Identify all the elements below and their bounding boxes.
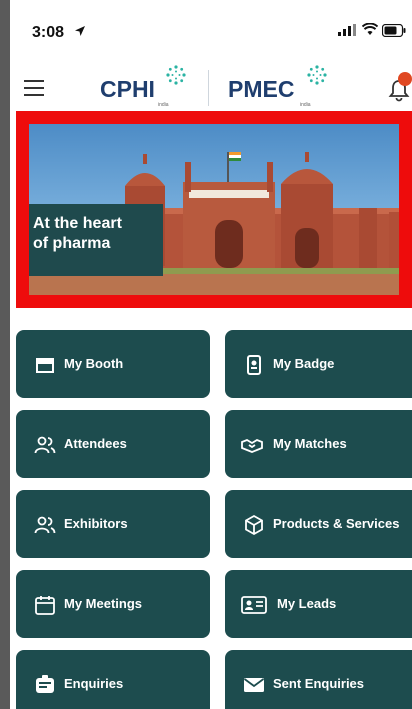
pmec-logo-subtitle: india <box>300 102 311 108</box>
app-screen: 3:08 CPHI india PMEC india At the heart … <box>10 0 412 709</box>
enquiry-icon <box>36 675 54 693</box>
cube-icon <box>245 514 263 536</box>
id-card-icon <box>241 596 267 614</box>
my-leads-label: My Leads <box>277 596 337 611</box>
enquiries-label: Enquiries <box>64 676 124 691</box>
wifi-icon <box>362 23 378 35</box>
sent-enquiries-label: Sent Enquiries <box>273 676 365 691</box>
handshake-icon <box>241 438 263 453</box>
menu-icon[interactable] <box>24 80 44 96</box>
cellular-signal-icon <box>338 24 356 36</box>
app-header: CPHI india PMEC india <box>10 58 412 114</box>
banner-highlight-frame <box>16 111 412 308</box>
my-badge-label: My Badge <box>273 356 335 371</box>
exhibitors-label: Exhibitors <box>64 516 128 531</box>
attendees-button[interactable]: Attendees <box>16 410 210 478</box>
products-services-label: Products & Services <box>273 516 400 531</box>
my-matches-label: My Matches <box>273 436 347 451</box>
people-icon <box>34 516 56 534</box>
my-meetings-button[interactable]: My Meetings <box>16 570 210 638</box>
cphi-logo-dots-icon <box>166 65 186 85</box>
exhibitors-button[interactable]: Exhibitors <box>16 490 210 558</box>
my-booth-button[interactable]: My Booth <box>16 330 210 398</box>
location-arrow-icon <box>75 26 85 36</box>
sent-enquiries-button[interactable]: Sent Enquiries <box>225 650 412 709</box>
people-icon <box>34 436 56 454</box>
status-bar: 3:08 <box>10 0 412 56</box>
my-matches-button[interactable]: My Matches <box>225 410 412 478</box>
my-meetings-label: My Meetings <box>64 596 143 611</box>
cphi-logo: CPHI <box>100 76 155 102</box>
my-badge-button[interactable]: My Badge <box>225 330 412 398</box>
attendees-label: Attendees <box>64 436 127 451</box>
envelope-icon <box>243 678 265 692</box>
status-time: 3:08 <box>32 24 65 41</box>
products-services-button[interactable]: Products & Services <box>225 490 412 558</box>
booth-icon <box>36 358 54 373</box>
my-leads-button[interactable]: My Leads <box>225 570 412 638</box>
pmec-logo-dots-icon <box>307 65 327 85</box>
pmec-logo: PMEC <box>228 76 295 102</box>
logo-divider <box>208 70 209 106</box>
cphi-logo-subtitle: india <box>158 102 169 108</box>
my-booth-label: My Booth <box>64 356 124 371</box>
notification-badge <box>398 72 412 86</box>
enquiries-button[interactable]: Enquiries <box>16 650 210 709</box>
badge-icon <box>247 355 261 375</box>
calendar-icon <box>35 596 55 615</box>
battery-icon <box>382 24 406 37</box>
